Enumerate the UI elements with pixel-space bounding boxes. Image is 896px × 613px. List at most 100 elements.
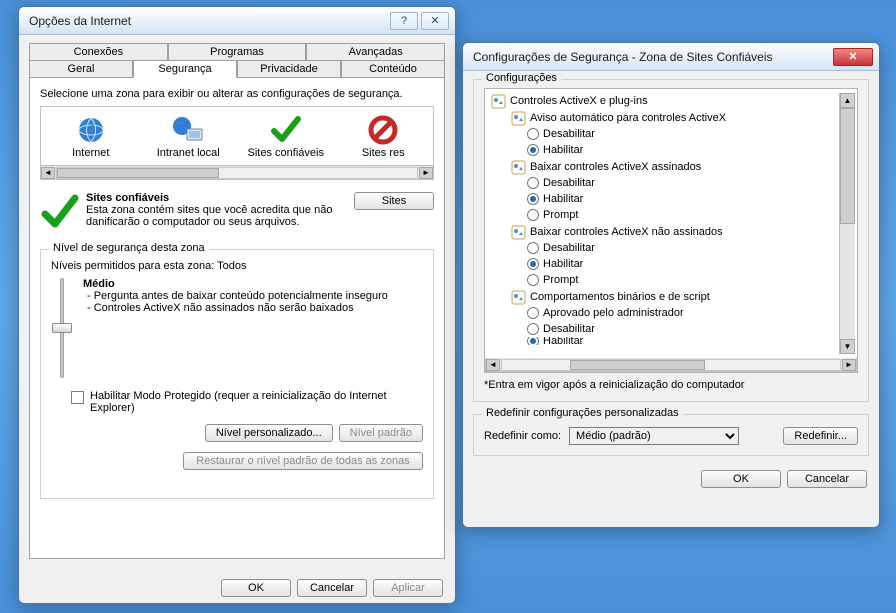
dialog-body: Conexões Programas Avançadas Geral Segur… [19, 35, 455, 569]
security-level-group: Nível de segurança desta zona Níveis per… [40, 249, 434, 499]
security-slider[interactable] [51, 278, 73, 378]
category-icon [511, 225, 526, 240]
tree-option[interactable]: Habilitar [527, 337, 839, 345]
zone-description: Sites confiáveis Esta zona contém sites … [40, 192, 434, 235]
zone-desc-text: Esta zona contém sites que você acredita… [86, 204, 332, 228]
tree-option[interactable]: Desabilitar [527, 175, 839, 191]
tree-option[interactable]: Prompt [527, 207, 839, 223]
protected-mode-checkbox[interactable] [71, 391, 84, 404]
tree-subcategory[interactable]: Aviso automático para controles ActiveX [511, 110, 839, 126]
tree-option[interactable]: Habilitar [527, 256, 839, 272]
scroll-up-icon[interactable]: ▲ [840, 93, 855, 108]
tree-option[interactable]: Aprovado pelo administrador [527, 305, 839, 321]
zone-restricted[interactable]: Sites res [336, 111, 432, 163]
group-legend: Redefinir configurações personalizadas [482, 407, 683, 419]
tree-category[interactable]: Controles ActiveX e plug-ins [491, 93, 839, 109]
dialog-titlebar: Opções da Internet ? ✕ [19, 7, 455, 35]
zone-scrollbar[interactable]: ◄ ► [40, 166, 434, 180]
tree-subcategory[interactable]: Comportamentos binários e de script [511, 289, 839, 305]
tree-subcategory[interactable]: Baixar controles ActiveX não assinados [511, 224, 839, 240]
tab-privacy[interactable]: Privacidade [237, 60, 341, 78]
dialog-footer: OK Cancelar [473, 456, 869, 488]
checkmark-icon [240, 113, 332, 147]
category-icon [511, 290, 526, 305]
default-level-button[interactable]: Nível padrão [339, 424, 423, 442]
radio-icon[interactable] [527, 144, 539, 156]
zone-trusted[interactable]: Sites confiáveis [238, 111, 334, 163]
settings-tree[interactable]: Controles ActiveX e plug-insAviso automá… [491, 93, 839, 354]
radio-icon[interactable] [527, 193, 539, 205]
tree-option[interactable]: Habilitar [527, 142, 839, 158]
cancel-button[interactable]: Cancelar [787, 470, 867, 488]
ok-button[interactable]: OK [221, 579, 291, 597]
dialog-title-text: Opções da Internet [29, 14, 387, 28]
globe-icon [45, 113, 137, 147]
dialog-titlebar: Configurações de Segurança - Zona de Sit… [463, 43, 879, 71]
dialog-footer: OK Cancelar Aplicar [19, 569, 455, 604]
allowed-levels: Níveis permitidos para esta zona: Todos [51, 260, 423, 272]
reset-button[interactable]: Redefinir... [783, 427, 858, 445]
globe-monitor-icon [143, 113, 235, 147]
reset-all-zones-button[interactable]: Restaurar o nível padrão de todas as zon… [183, 452, 423, 470]
tab-general[interactable]: Geral [29, 60, 133, 78]
scroll-left-icon[interactable]: ◄ [486, 359, 500, 371]
radio-icon[interactable] [527, 274, 539, 286]
tab-connections[interactable]: Conexões [29, 43, 168, 61]
dialog-body: Configurações Controles ActiveX e plug-i… [463, 71, 879, 498]
zone-internet[interactable]: Internet [43, 111, 139, 163]
vertical-scrollbar[interactable]: ▲ ▼ [839, 93, 855, 354]
tab-content[interactable]: Conteúdo [341, 60, 445, 78]
tree-option[interactable]: Prompt [527, 272, 839, 288]
tree-option[interactable]: Habilitar [527, 191, 839, 207]
category-icon [491, 94, 506, 109]
tab-advanced[interactable]: Avançadas [306, 43, 445, 61]
radio-icon[interactable] [527, 258, 539, 270]
custom-level-button[interactable]: Nível personalizado... [205, 424, 333, 442]
tree-option[interactable]: Desabilitar [527, 126, 839, 142]
sites-button[interactable]: Sites [354, 192, 434, 210]
zone-intranet[interactable]: Intranet local [141, 111, 237, 163]
settings-listbox: Controles ActiveX e plug-insAviso automá… [484, 88, 858, 373]
zone-title: Sites confiáveis [86, 192, 169, 204]
settings-group: Configurações Controles ActiveX e plug-i… [473, 79, 869, 402]
radio-icon[interactable] [527, 177, 539, 189]
reset-level-select[interactable]: Médio (padrão) [569, 427, 739, 445]
checkmark-large-icon [40, 192, 80, 235]
tab-security[interactable]: Segurança [133, 60, 237, 78]
tree-subcategory[interactable]: Baixar controles ActiveX assinados [511, 159, 839, 175]
radio-icon[interactable] [527, 323, 539, 335]
horizontal-scrollbar[interactable]: ◄ ► [485, 358, 857, 372]
radio-icon[interactable] [527, 209, 539, 221]
internet-options-dialog: Opções da Internet ? ✕ Conexões Programa… [18, 6, 456, 604]
scroll-down-icon[interactable]: ▼ [840, 339, 855, 354]
dialog-title-text: Configurações de Segurança - Zona de Sit… [473, 50, 830, 64]
scroll-right-icon[interactable]: ► [842, 359, 856, 371]
protected-mode-label: Habilitar Modo Protegido (requer a reini… [90, 390, 390, 414]
radio-icon[interactable] [527, 242, 539, 254]
category-icon [511, 111, 526, 126]
radio-icon[interactable] [527, 307, 539, 319]
footnote: *Entra em vigor após a reinicialização d… [484, 379, 858, 391]
tree-option[interactable]: Desabilitar [527, 240, 839, 256]
tabstrip: Conexões Programas Avançadas Geral Segur… [29, 43, 445, 559]
radio-icon[interactable] [527, 337, 539, 345]
reset-label: Redefinir como: [484, 430, 561, 442]
cancel-button[interactable]: Cancelar [297, 579, 367, 597]
radio-icon[interactable] [527, 128, 539, 140]
security-settings-dialog: Configurações de Segurança - Zona de Sit… [462, 42, 880, 528]
tree-option[interactable]: Desabilitar [527, 321, 839, 337]
ok-button[interactable]: OK [701, 470, 781, 488]
prohibited-icon [338, 113, 430, 147]
apply-button[interactable]: Aplicar [373, 579, 443, 597]
scroll-left-icon[interactable]: ◄ [41, 167, 55, 179]
group-legend: Configurações [482, 72, 561, 84]
zone-list: Internet Intranet local Sites confiáveis [40, 106, 434, 166]
category-icon [511, 160, 526, 175]
close-button[interactable]: ✕ [421, 12, 449, 30]
group-legend: Nível de segurança desta zona [49, 242, 209, 254]
close-button[interactable]: ✕ [833, 48, 873, 66]
help-button[interactable]: ? [390, 12, 418, 30]
zone-hint: Selecione uma zona para exibir ou altera… [40, 88, 434, 100]
tab-programs[interactable]: Programas [168, 43, 307, 61]
scroll-right-icon[interactable]: ► [419, 167, 433, 179]
